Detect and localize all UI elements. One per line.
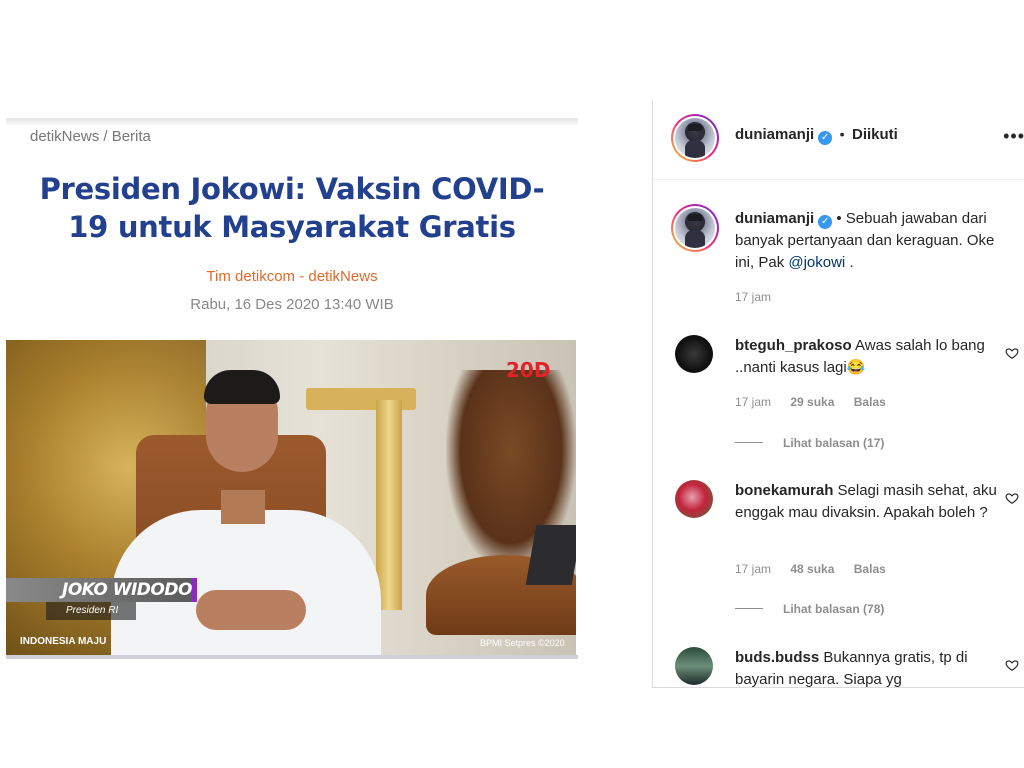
mention-link[interactable]: @jokowi <box>788 254 845 271</box>
author-avatar[interactable] <box>671 114 719 162</box>
news-article-screenshot: detikNews / Berita Presiden Jokowi: Vaks… <box>6 100 578 665</box>
instagram-post-panel: duniamanji ✓ • Diikuti ••• duniamanji ✓ • … <box>652 100 1024 688</box>
verified-badge-icon: ✓ <box>818 131 833 145</box>
photo-bottom-border <box>6 655 578 659</box>
avatar-photo <box>675 118 715 158</box>
channel-logo: 20D <box>506 358 551 382</box>
article-date: Rabu, 16 Des 2020 13:40 WIB <box>190 296 394 313</box>
view-replies-label: Lihat balasan (17) <box>783 436 885 450</box>
article-author: Tim detikcom - detikNews <box>206 268 378 285</box>
lower-third-title: Presiden RI <box>66 605 119 616</box>
commenter-avatar[interactable] <box>675 480 713 518</box>
comment-text: buds.budss Bukannya gratis, tp di bayari… <box>735 647 997 687</box>
gold-pillar <box>376 400 402 610</box>
more-options-icon[interactable]: ••• <box>1003 126 1024 147</box>
post-header: duniamanji ✓ • Diikuti ••• <box>653 100 1024 180</box>
comment-likes[interactable]: 29 suka <box>790 395 834 409</box>
replies-divider <box>735 442 763 443</box>
header-username[interactable]: duniamanji <box>735 126 814 143</box>
commenter-avatar[interactable] <box>675 335 713 373</box>
view-replies-label: Lihat balasan (78) <box>783 602 885 616</box>
photo-credit: BPMI Setpres ©2020 <box>480 638 565 648</box>
comment-meta: 17 jam 29 suka Balas <box>735 395 902 409</box>
header-user-line: duniamanji ✓ • Diikuti <box>735 126 898 145</box>
person-hair <box>204 370 280 404</box>
view-replies-button[interactable]: Lihat balasan (17) <box>735 436 884 450</box>
comment-time: 17 jam <box>735 562 772 576</box>
separator-dot: • <box>839 126 845 142</box>
verified-badge-icon: ✓ <box>818 215 833 229</box>
reply-button[interactable]: Balas <box>854 562 886 576</box>
heart-outline-icon[interactable] <box>1005 346 1019 360</box>
article-top-shadow <box>6 118 578 126</box>
avatar-photo <box>675 208 715 248</box>
article-headline: Presiden Jokowi: Vaksin COVID- 19 untuk … <box>6 170 578 246</box>
post-caption: duniamanji ✓ • Sebuah jawaban dari banyak… <box>735 208 1015 274</box>
comment-likes[interactable]: 48 suka <box>790 562 834 576</box>
comment-username[interactable]: bteguh_prakoso <box>735 337 852 354</box>
lower-third-name: JOKO WIDODO <box>62 580 192 600</box>
indonesia-maju-logo: INDONESIA MAJU <box>20 636 107 647</box>
person-neck <box>221 490 265 524</box>
commenter-avatar[interactable] <box>675 647 713 685</box>
heart-outline-icon[interactable] <box>1005 491 1019 505</box>
comment-username[interactable]: bonekamurah <box>735 482 833 499</box>
comment-time: 17 jam <box>735 395 772 409</box>
heart-outline-icon[interactable] <box>1005 658 1019 672</box>
comment-text: bteguh_prakoso Awas salah lo bang ..nant… <box>735 335 997 379</box>
person-hands <box>196 590 306 630</box>
reply-button[interactable]: Balas <box>854 395 886 409</box>
caption-avatar[interactable] <box>671 204 719 252</box>
replies-divider <box>735 608 763 609</box>
headline-line-2: 19 untuk Masyarakat Gratis <box>68 210 516 244</box>
article-photo: 20D JOKO WIDODO Presiden RI INDONESIA MA… <box>6 340 576 658</box>
breadcrumb: detikNews / Berita <box>30 128 151 145</box>
caption-end: . <box>845 254 854 271</box>
screenshot-page: detikNews / Berita Presiden Jokowi: Vaks… <box>0 0 1024 768</box>
comment-username[interactable]: buds.budss <box>735 649 819 666</box>
headline-line-1: Presiden Jokowi: Vaksin COVID- <box>39 172 545 206</box>
follow-status-button[interactable]: Diikuti <box>852 126 898 143</box>
caption-timestamp: 17 jam <box>735 290 772 304</box>
comment-meta: 17 jam 48 suka Balas <box>735 562 902 576</box>
caption-username[interactable]: duniamanji <box>735 210 814 227</box>
comment-text: bonekamurah Selagi masih sehat, aku engg… <box>735 480 997 524</box>
view-replies-button[interactable]: Lihat balasan (78) <box>735 602 884 616</box>
separator-dot: • <box>836 210 842 227</box>
